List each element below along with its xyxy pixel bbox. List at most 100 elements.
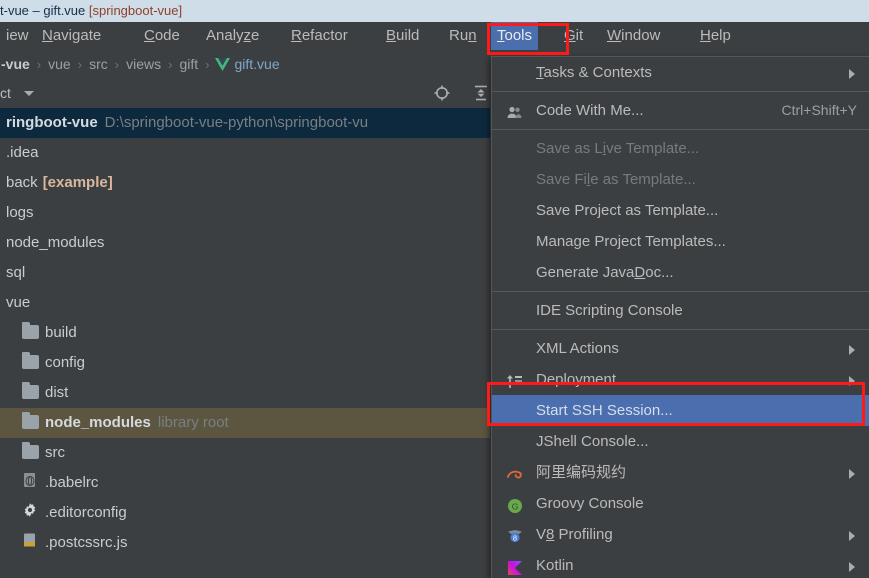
breadcrumb-item-vue[interactable]: -vue	[0, 56, 31, 72]
code-with-me-icon	[506, 102, 524, 120]
breadcrumb-separator: ›	[36, 57, 42, 72]
tree-row[interactable]: dist	[0, 378, 490, 408]
tree-item-hint: library root	[157, 414, 229, 431]
chevron-right-icon	[849, 469, 855, 479]
window-title-main: t-vue – gift.vue	[0, 3, 89, 18]
menu-item-阿里编码规约[interactable]: 阿里编码规约	[492, 457, 869, 488]
menu-separator	[492, 129, 869, 130]
menubar-item-tools[interactable]: Tools	[491, 22, 539, 50]
menubar-item-label: Git	[564, 27, 584, 44]
menubar-item-label: Tools	[497, 27, 533, 44]
tree-row[interactable]: src	[0, 438, 490, 468]
menubar-item-analyze[interactable]: Analyze	[200, 22, 265, 50]
menubar-item-code[interactable]: Code	[138, 22, 186, 50]
menu-item-label: Deployment	[536, 371, 617, 388]
window-titlebar: t-vue – gift.vue [springboot-vue]	[0, 0, 869, 22]
tree-row[interactable]: .postcssrc.js	[0, 528, 490, 558]
project-toolwindow-title[interactable]: ct	[0, 83, 11, 103]
chevron-right-icon	[849, 376, 855, 386]
menu-item-tasks-contexts[interactable]: Tasks & Contexts	[492, 57, 869, 88]
tree-row[interactable]: .babelrc	[0, 468, 490, 498]
menu-item-groovy-console[interactable]: G Groovy Console	[492, 488, 869, 519]
breadcrumb-item-src[interactable]: src	[88, 56, 109, 72]
window-title-project: [springboot-vue]	[88, 3, 183, 18]
menu-item-label: Save as Live Template...	[536, 140, 700, 157]
menu-item-manage-project-templates[interactable]: Manage Project Templates...	[492, 226, 869, 257]
tree-item-label: node_modules	[6, 234, 105, 251]
breadcrumb-item-gift[interactable]: gift	[178, 56, 199, 72]
breadcrumb-item-vue[interactable]: vue	[47, 56, 72, 72]
menu-item-code-with-me[interactable]: Code With Me... Ctrl+Shift+Y	[492, 95, 869, 126]
svg-text:G: G	[512, 502, 519, 512]
breadcrumb-item-gift.vue[interactable]: gift.vue	[233, 56, 280, 72]
breadcrumb-item-views[interactable]: views	[125, 56, 162, 72]
menu-item-shortcut: Ctrl+Shift+Y	[781, 102, 857, 118]
menubar-item-refactor[interactable]: Refactor	[285, 22, 354, 50]
tree-row[interactable]: ringboot-vue D:\springboot-vue-python\spr…	[0, 108, 490, 138]
js-file-icon	[22, 530, 39, 547]
menubar-item-navigate[interactable]: Navigate	[36, 22, 107, 50]
alibaba-icon	[506, 464, 524, 482]
menu-item-kotlin[interactable]: Kotlin	[492, 550, 869, 578]
menubar-item-git[interactable]: Git	[558, 22, 589, 50]
menu-item-xml-actions[interactable]: XML Actions	[492, 333, 869, 364]
tree-item-label: .editorconfig	[45, 504, 127, 521]
breadcrumb-separator: ›	[114, 57, 120, 72]
chevron-down-icon[interactable]	[24, 91, 34, 96]
tools-dropdown-menu[interactable]: Tasks & Contexts Code With Me... Ctrl+Shif…	[491, 56, 869, 578]
tree-item-label: vue	[6, 294, 31, 311]
menubar-item-iew[interactable]: iew	[0, 22, 35, 50]
kotlin-icon	[506, 557, 524, 575]
menubar-item-build[interactable]: Build	[380, 22, 425, 50]
tree-item-label: build	[45, 324, 77, 341]
deployment-icon	[506, 371, 524, 389]
folder-icon	[22, 442, 39, 459]
menu-item-label: Kotlin	[536, 557, 574, 574]
collapse-all-icon[interactable]	[472, 84, 490, 107]
tree-row[interactable]: node_modules library root	[0, 408, 490, 438]
babel-file-icon	[22, 470, 39, 487]
menu-item-save-file-as-template: Save File as Template...	[492, 164, 869, 195]
groovy-icon: G	[506, 495, 524, 513]
menubar-item-help[interactable]: Help	[694, 22, 737, 50]
menu-item-deployment[interactable]: Deployment	[492, 364, 869, 395]
menu-item-jshell-console[interactable]: JShell Console...	[492, 426, 869, 457]
tree-row[interactable]: vue	[0, 288, 490, 318]
tree-row[interactable]: .editorconfig	[0, 498, 490, 528]
menu-separator	[492, 329, 869, 330]
tree-row[interactable]: .idea	[0, 138, 490, 168]
tree-row[interactable]: back [example]	[0, 168, 490, 198]
menu-bar: iew Navigate Code Analyze Refactor Build Run To…	[0, 22, 869, 50]
menu-item-label: 阿里编码规约	[536, 464, 627, 481]
breadcrumb-separator: ›	[168, 57, 173, 72]
chevron-right-icon	[849, 69, 855, 79]
menu-item-start-ssh-session[interactable]: Start SSH Session...	[492, 395, 869, 426]
menu-item-ide-scripting-console[interactable]: IDE Scripting Console	[492, 295, 869, 326]
locate-crosshair-icon[interactable]	[433, 84, 451, 107]
menu-item-label: XML Actions	[536, 340, 619, 357]
tree-row[interactable]: build	[0, 318, 490, 348]
ide-window: t-vue – gift.vue [springboot-vue] iew Nav…	[0, 0, 869, 578]
menubar-item-run[interactable]: Run	[443, 22, 483, 50]
tree-row[interactable]: sql	[0, 258, 490, 288]
menubar-item-label: Refactor	[291, 27, 348, 44]
menu-item-generate-javadoc[interactable]: Generate JavaDoc...	[492, 257, 869, 288]
menu-item-label: V8 Profiling	[536, 526, 613, 543]
folder-icon	[22, 382, 39, 399]
tree-row[interactable]: logs	[0, 198, 490, 228]
menu-item-v8-profiling[interactable]: 8 V8 Profiling	[492, 519, 869, 550]
project-tree[interactable]: ringboot-vue D:\springboot-vue-python\spr…	[0, 108, 490, 578]
tree-row[interactable]: config	[0, 348, 490, 378]
breadcrumb-separator: ›	[205, 57, 210, 72]
tree-item-label: config	[45, 354, 86, 371]
menu-item-label: Save Project as Template...	[536, 202, 719, 219]
menu-item-label: Save File as Template...	[536, 171, 696, 188]
menu-item-save-project-as-template[interactable]: Save Project as Template...	[492, 195, 869, 226]
menu-item-label: JShell Console...	[536, 433, 649, 450]
tree-item-label: .postcssrc.js	[45, 534, 128, 551]
menu-item-label: Generate JavaDoc...	[536, 264, 674, 281]
tree-row[interactable]: node_modules	[0, 228, 490, 258]
menubar-item-window[interactable]: Window	[601, 22, 666, 50]
tree-item-label: src	[45, 444, 65, 461]
tree-item-hint: D:\springboot-vue-python\springboot-vu	[104, 114, 369, 131]
